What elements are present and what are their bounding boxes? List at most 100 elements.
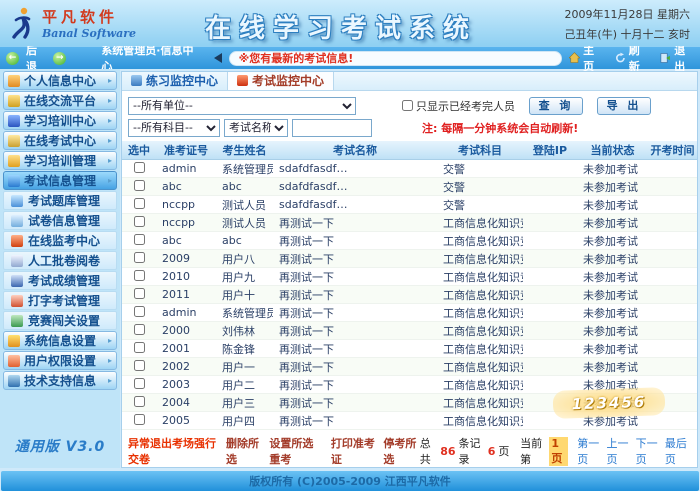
row-select-checkbox[interactable] — [134, 360, 145, 371]
exam-name-input[interactable] — [292, 119, 372, 137]
row-select-checkbox[interactable] — [134, 270, 145, 281]
row-select-checkbox[interactable] — [134, 306, 145, 317]
sidebar-item-11[interactable]: 打字考试管理 — [3, 291, 117, 310]
monitor-icon — [237, 75, 248, 86]
page-link-3[interactable]: 最后页 — [665, 435, 691, 467]
cell-ip — [523, 286, 577, 304]
cell-subject: 工商信息化知识竞… — [437, 250, 523, 268]
book-icon — [8, 115, 20, 127]
bottom-bar: 异常退出考场强行交卷删除所选设置所选重考打印准考证停考所选 总共 86 条记录 … — [122, 430, 697, 467]
action-link-1[interactable]: 删除所选 — [226, 435, 262, 467]
date-panel: 2009年11月28日 星期六 己丑年(牛) 十月十二 亥时 — [564, 5, 690, 45]
row-select-checkbox[interactable] — [134, 414, 145, 425]
table-row: 2004用户三再测试一下工商信息化知识竞…未参加考试 — [122, 394, 697, 412]
table-row: abcabcsdafdfasdf…交警未参加考试 — [122, 178, 697, 196]
cell-start — [648, 412, 697, 430]
table-row: admin系统管理员再测试一下工商信息化知识竞…未参加考试 — [122, 304, 697, 322]
back-arrow-icon[interactable]: ← — [6, 52, 19, 65]
sidebar-item-7[interactable]: 试卷信息管理 — [3, 211, 117, 230]
action-link-2[interactable]: 设置所选重考 — [269, 435, 324, 467]
row-select-checkbox[interactable] — [134, 180, 145, 191]
sidebar-item-15[interactable]: 技术支持信息▸ — [3, 371, 117, 390]
sidebar-item-3[interactable]: 在线考试中心▸ — [3, 131, 117, 150]
chevron-right-icon: ▸ — [108, 76, 112, 85]
column-header-0: 选中 — [122, 141, 156, 160]
tab-1[interactable]: 考试监控中心 — [228, 72, 334, 90]
person-icon — [131, 75, 142, 86]
user-permission-icon — [8, 355, 20, 367]
sidebar-item-12[interactable]: 竞赛闯关设置 — [3, 311, 117, 330]
row-select-checkbox[interactable] — [134, 252, 145, 263]
cell-name: 用户三 — [216, 394, 273, 412]
action-link-4[interactable]: 停考所选 — [383, 435, 419, 467]
row-select-checkbox[interactable] — [134, 396, 145, 407]
sidebar-item-14[interactable]: 用户权限设置▸ — [3, 351, 117, 370]
cell-ip — [523, 178, 577, 196]
sidebar-item-0[interactable]: 个人信息中心▸ — [3, 71, 117, 90]
logout-button[interactable]: 退出 — [660, 42, 694, 74]
cell-subject: 工商信息化知识竞… — [437, 214, 523, 232]
toolbar: ← 后退 → 系统管理员·信息中心 ※您有最新的考试信息! 主页 刷新 退出 — [0, 46, 700, 69]
row-select-checkbox[interactable] — [134, 198, 145, 209]
cell-status: 未参加考试 — [577, 160, 648, 178]
refresh-label: 刷新 — [629, 42, 649, 74]
export-button[interactable]: 导 出 — [597, 97, 651, 115]
sidebar-item-label: 在线交流平台 — [24, 92, 96, 109]
row-select-checkbox[interactable] — [134, 234, 145, 245]
page-link-2[interactable]: 下一页 — [636, 435, 662, 467]
chevron-right-icon: ▸ — [108, 356, 112, 365]
news-marquee[interactable]: ※您有最新的考试信息! — [229, 51, 563, 66]
row-select-checkbox[interactable] — [134, 288, 145, 299]
row-select-checkbox[interactable] — [134, 378, 145, 389]
sidebar-item-label: 考试成绩管理 — [28, 272, 100, 289]
row-select-checkbox[interactable] — [134, 342, 145, 353]
subject-select[interactable]: --所有科目-- — [128, 119, 220, 137]
cell-subject: 工商信息化知识竞… — [437, 232, 523, 250]
sidebar-item-8[interactable]: 在线监考中心 — [3, 231, 117, 250]
cell-status: 未参加考试 — [577, 178, 648, 196]
table-body: admin系统管理员sdafdfasdf…交警未参加考试abcabcsdafdf… — [122, 160, 697, 430]
action-links: 异常退出考场强行交卷删除所选设置所选重考打印准考证停考所选 — [128, 435, 420, 467]
current-page-badge: 1页 — [549, 437, 568, 466]
sidebar-item-1[interactable]: 在线交流平台▸ — [3, 91, 117, 110]
exam-name-select[interactable]: 考试名称 — [224, 119, 288, 137]
column-header-5: 登陆IP — [523, 141, 577, 160]
sidebar-item-2[interactable]: 学习培训中心▸ — [3, 111, 117, 130]
row-select-checkbox[interactable] — [134, 216, 145, 227]
sidebar-item-9[interactable]: 人工批卷阅卷 — [3, 251, 117, 270]
query-button[interactable]: 查 询 — [529, 97, 583, 115]
page-link-0[interactable]: 第一页 — [577, 435, 603, 467]
sidebar-item-5[interactable]: 考试信息管理▸ — [3, 171, 117, 190]
cell-name: 刘伟林 — [216, 322, 273, 340]
unit-select[interactable]: --所有单位-- — [128, 97, 356, 115]
finished-only-checkbox[interactable] — [402, 100, 413, 111]
refresh-button[interactable]: 刷新 — [615, 42, 649, 74]
cell-subject: 交警 — [437, 196, 523, 214]
table-row: 2005用户四再测试一下工商信息化知识竞…未参加考试 — [122, 412, 697, 430]
sidebar-item-4[interactable]: 学习培训管理▸ — [3, 151, 117, 170]
cell-exam: 再测试一下 — [273, 412, 437, 430]
row-select-checkbox[interactable] — [134, 162, 145, 173]
cell-subject: 工商信息化知识竞… — [437, 358, 523, 376]
chevron-right-icon: ▸ — [108, 136, 112, 145]
cell-subject: 工商信息化知识竞… — [437, 322, 523, 340]
action-link-3[interactable]: 打印准考证 — [331, 435, 376, 467]
folder-icon — [8, 155, 20, 167]
sidebar-item-label: 试卷信息管理 — [28, 212, 100, 229]
table-header-row: 选中准考证号考生姓名考试名称考试科目登陆IP当前状态开考时间 — [122, 141, 697, 160]
page-link-1[interactable]: 上一页 — [606, 435, 632, 467]
row-select-checkbox[interactable] — [134, 324, 145, 335]
cell-status: 未参加考试 — [577, 358, 648, 376]
action-link-0[interactable]: 异常退出考场强行交卷 — [128, 435, 219, 467]
sidebar-item-label: 竞赛闯关设置 — [28, 312, 100, 329]
refresh-icon — [615, 52, 626, 64]
home-button[interactable]: 主页 — [569, 42, 603, 74]
cell-subject: 交警 — [437, 178, 523, 196]
sidebar-item-10[interactable]: 考试成绩管理 — [3, 271, 117, 290]
sidebar-item-6[interactable]: 考试题库管理 — [3, 191, 117, 210]
tab-0[interactable]: 练习监控中心 — [122, 72, 228, 90]
table-row: abcabc再测试一下工商信息化知识竞…未参加考试 — [122, 232, 697, 250]
cell-name: 用户九 — [216, 268, 273, 286]
sidebar-item-13[interactable]: 系统信息设置▸ — [3, 331, 117, 350]
forward-arrow-icon[interactable]: → — [53, 52, 66, 65]
